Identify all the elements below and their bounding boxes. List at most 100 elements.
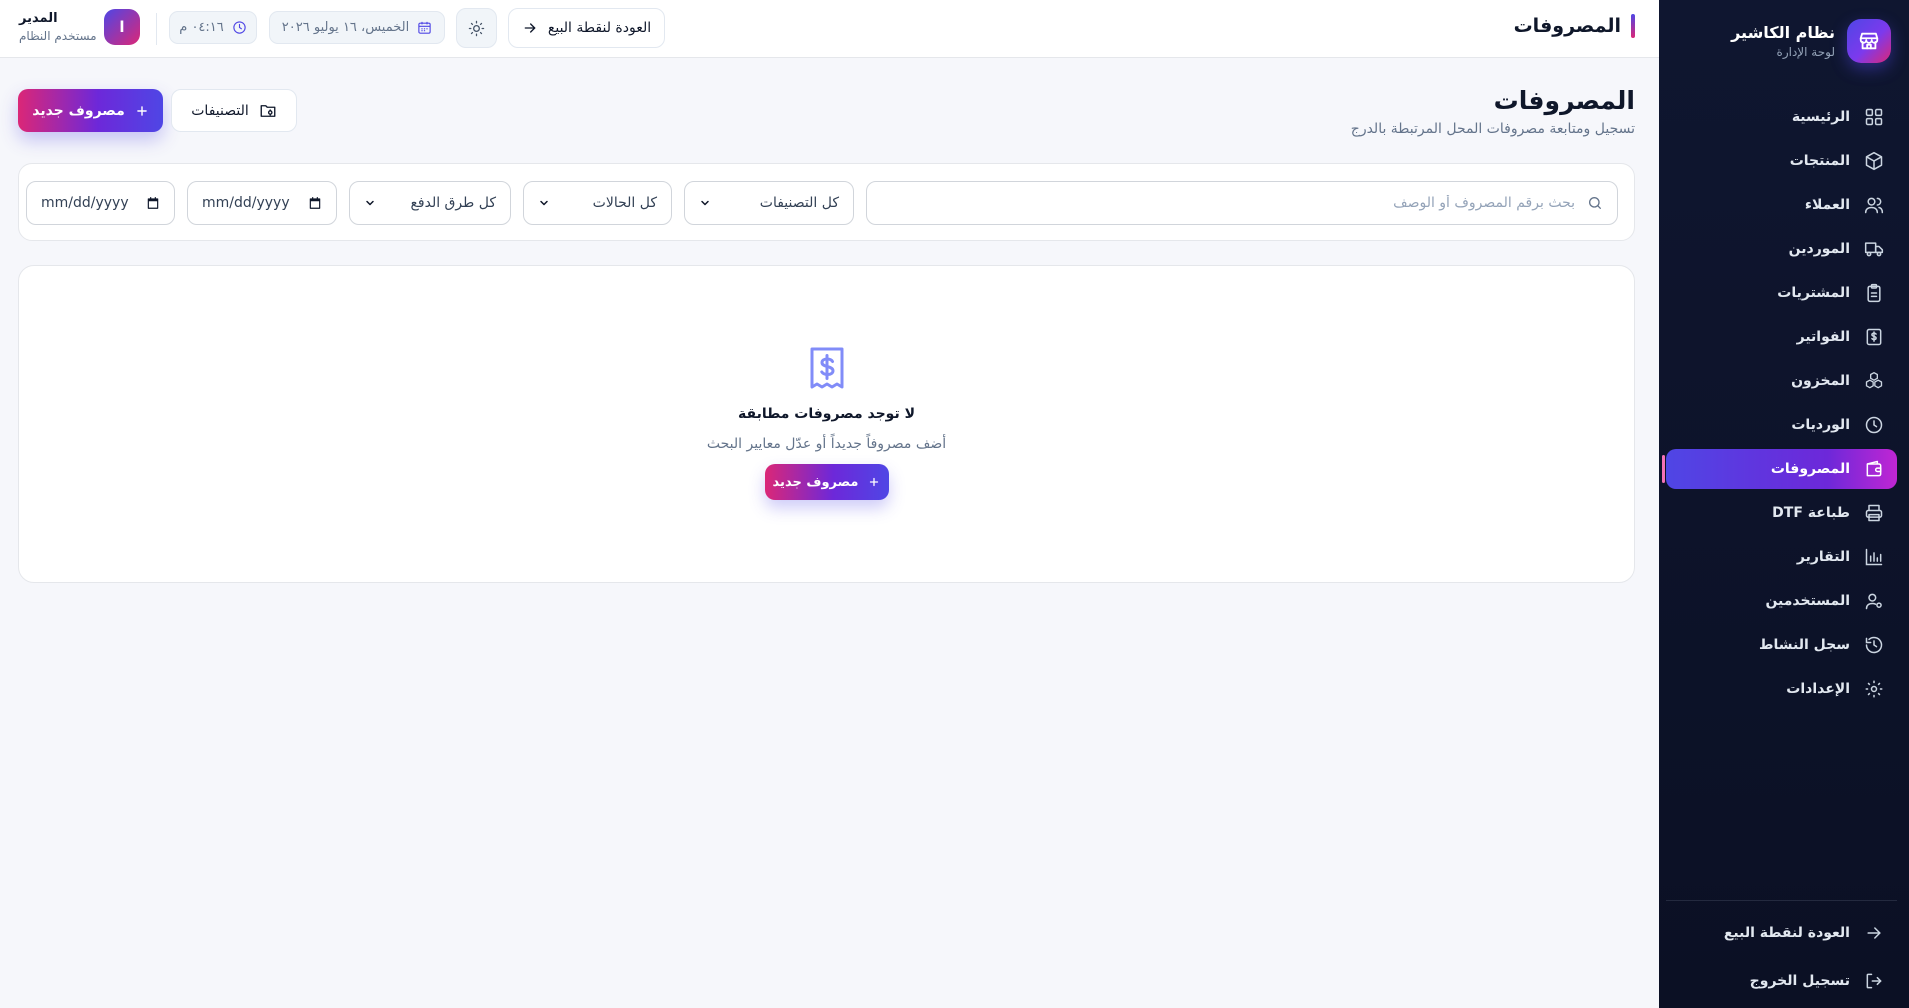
sidebar-item-expenses[interactable]: المصروفات bbox=[1662, 449, 1897, 489]
boxes-icon bbox=[1864, 371, 1884, 391]
time-chip: ٠٤:١٦ م bbox=[169, 11, 257, 44]
sidebar-item-dtf-printing[interactable]: طباعة DTF bbox=[1666, 493, 1897, 533]
empty-state-title: لا توجد مصروفات مطابقة bbox=[738, 406, 916, 422]
status-select[interactable]: كل الحالات bbox=[523, 181, 672, 225]
back-to-pos-label: العودة لنقطة البيع bbox=[547, 20, 652, 36]
chevron-down-icon bbox=[699, 197, 711, 209]
categories-button[interactable]: التصنيفات bbox=[171, 89, 297, 132]
sidebar-logout[interactable]: تسجيل الخروج bbox=[1666, 961, 1897, 1001]
sidebar-item-home[interactable]: الرئيسية bbox=[1666, 97, 1897, 137]
receipt-dollar-icon bbox=[808, 346, 846, 390]
page-subtitle: تسجيل ومتابعة مصروفات المحل المرتبطة بال… bbox=[1350, 121, 1635, 137]
categories-label: التصنيفات bbox=[191, 102, 249, 119]
date-to-field[interactable]: mm/dd/yyyy bbox=[187, 181, 337, 225]
new-expense-empty-button[interactable]: مصروف جديد bbox=[764, 464, 889, 500]
sidebar-item-label: المستخدمين bbox=[1765, 593, 1850, 609]
expenses-empty-state: لا توجد مصروفات مطابقة أضف مصروفاً جديدا… bbox=[18, 265, 1635, 583]
new-expense-button[interactable]: مصروف جديد bbox=[18, 89, 163, 132]
back-to-pos-button[interactable]: العودة لنقطة البيع bbox=[508, 8, 665, 48]
sidebar-item-label: المصروفات bbox=[1770, 461, 1850, 477]
sidebar-item-invoices[interactable]: الفواتير bbox=[1666, 317, 1897, 357]
history-icon bbox=[1864, 635, 1884, 655]
truck-icon bbox=[1864, 239, 1884, 259]
brand-title: نظام الكاشير bbox=[1731, 23, 1835, 42]
current-time: ٠٤:١٦ م bbox=[179, 20, 224, 35]
sidebar-item-activity-log[interactable]: سجل النشاط bbox=[1666, 625, 1897, 665]
calendar-icon[interactable] bbox=[308, 196, 322, 210]
payment-method-select[interactable]: كل طرق الدفع bbox=[349, 181, 511, 225]
brand-subtitle: لوحة الإدارة bbox=[1776, 45, 1835, 59]
user-name: المدير bbox=[19, 11, 58, 26]
sidebar-item-reports[interactable]: التقارير bbox=[1666, 537, 1897, 577]
store-icon bbox=[1847, 19, 1891, 63]
category-select-value: كل التصنيفات bbox=[759, 195, 839, 211]
wallet-icon bbox=[1864, 459, 1884, 479]
arrow-right-icon bbox=[522, 20, 538, 36]
sidebar-item-label: الموردين bbox=[1788, 241, 1850, 257]
calendar-icon bbox=[417, 20, 432, 35]
bar-chart-icon bbox=[1864, 547, 1884, 567]
date-chip: الخميس، ١٦ يوليو ٢٠٢٦ bbox=[269, 11, 445, 44]
avatar[interactable]: ا bbox=[104, 9, 140, 45]
gear-icon bbox=[1864, 679, 1884, 699]
date-from-value: mm/dd/yyyy bbox=[41, 195, 129, 211]
search-input[interactable] bbox=[881, 195, 1575, 211]
calendar-icon[interactable] bbox=[146, 196, 160, 210]
search-field[interactable] bbox=[866, 181, 1618, 225]
invoice-icon bbox=[1864, 327, 1884, 347]
grid-icon bbox=[1864, 107, 1884, 127]
date-from-field[interactable]: mm/dd/yyyy bbox=[26, 181, 175, 225]
sidebar-item-users[interactable]: المستخدمين bbox=[1666, 581, 1897, 621]
chevron-down-icon bbox=[364, 197, 376, 209]
sun-icon bbox=[468, 20, 485, 37]
user-icon bbox=[1864, 591, 1884, 611]
user-info: المدير مستخدم النظام bbox=[19, 11, 97, 43]
plus-icon bbox=[868, 476, 880, 488]
users-icon bbox=[1864, 195, 1884, 215]
new-expense-label: مصروف جديد bbox=[32, 102, 125, 119]
sidebar-nav: الرئيسية المنتجات العملاء الموردين المشت… bbox=[1662, 97, 1897, 713]
plus-icon bbox=[135, 104, 149, 118]
chevron-down-icon bbox=[538, 197, 550, 209]
empty-state-subtitle: أضف مصروفاً جديداً أو عدّل معايير البحث bbox=[706, 436, 947, 452]
sidebar-item-customers[interactable]: العملاء bbox=[1666, 185, 1897, 225]
payment-select-value: كل طرق الدفع bbox=[410, 195, 496, 211]
new-expense-empty-label: مصروف جديد bbox=[772, 474, 859, 490]
sidebar-item-suppliers[interactable]: الموردين bbox=[1666, 229, 1897, 269]
sidebar-item-label: التقارير bbox=[1796, 549, 1850, 565]
sidebar-back-to-pos[interactable]: العودة لنقطة البيع bbox=[1666, 913, 1897, 953]
sidebar-item-label: العودة لنقطة البيع bbox=[1723, 925, 1850, 941]
category-select[interactable]: كل التصنيفات bbox=[684, 181, 854, 225]
clipboard-icon bbox=[1864, 283, 1884, 303]
sidebar-item-inventory[interactable]: المخزون bbox=[1666, 361, 1897, 401]
clock-icon bbox=[232, 20, 247, 35]
filters-card: كل التصنيفات كل الحالات كل طرق الدفع mm/… bbox=[18, 163, 1635, 241]
theme-toggle-button[interactable] bbox=[456, 8, 497, 48]
user-role: مستخدم النظام bbox=[19, 29, 97, 43]
top-header: المصروفات العودة لنقطة البيع الخميس، ١٦ … bbox=[0, 0, 1659, 58]
sidebar-item-settings[interactable]: الإعدادات bbox=[1666, 669, 1897, 709]
header-title: المصروفات bbox=[1513, 15, 1621, 37]
current-date: الخميس، ١٦ يوليو ٢٠٢٦ bbox=[281, 20, 410, 35]
sidebar-item-label: الورديات bbox=[1791, 417, 1850, 433]
sidebar-item-label: الرئيسية bbox=[1791, 109, 1850, 125]
logout-icon bbox=[1864, 971, 1884, 991]
sidebar-item-label: طباعة DTF bbox=[1772, 505, 1850, 521]
sidebar-item-purchases[interactable]: المشتريات bbox=[1666, 273, 1897, 313]
sidebar-item-label: العملاء bbox=[1804, 197, 1850, 213]
sidebar-item-shifts[interactable]: الورديات bbox=[1666, 405, 1897, 445]
sidebar: نظام الكاشير لوحة الإدارة الرئيسية المنت… bbox=[1659, 0, 1909, 1008]
brand: نظام الكاشير لوحة الإدارة bbox=[1677, 18, 1891, 64]
search-icon bbox=[1587, 195, 1603, 211]
folder-tree-icon bbox=[259, 102, 277, 120]
sidebar-item-label: المشتريات bbox=[1777, 285, 1850, 301]
status-select-value: كل الحالات bbox=[592, 195, 657, 211]
header-divider bbox=[156, 13, 157, 45]
page-title: المصروفات bbox=[1493, 86, 1635, 115]
date-to-value: mm/dd/yyyy bbox=[202, 195, 290, 211]
sidebar-item-products[interactable]: المنتجات bbox=[1666, 141, 1897, 181]
header-accent-bar bbox=[1631, 14, 1635, 38]
sidebar-footer: العودة لنقطة البيع تسجيل الخروج bbox=[1666, 900, 1897, 1008]
sidebar-item-label: تسجيل الخروج bbox=[1749, 973, 1850, 989]
box-icon bbox=[1864, 151, 1884, 171]
